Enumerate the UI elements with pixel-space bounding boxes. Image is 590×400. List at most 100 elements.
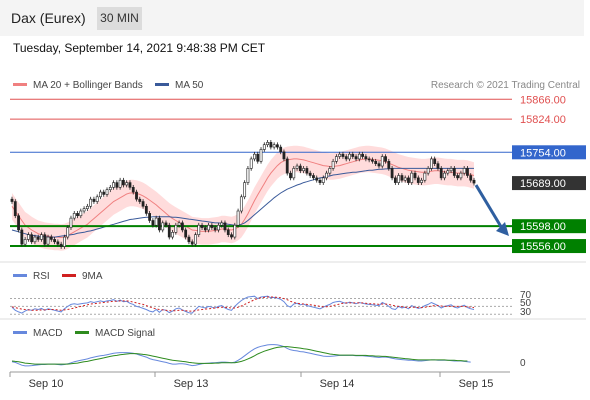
candle-body (194, 234, 197, 245)
candle-body (410, 172, 414, 183)
rsi-level-30: 30 (520, 307, 532, 318)
candle-body (200, 224, 204, 228)
price-level-label-5: 15556.00 (520, 241, 566, 253)
candle-body (466, 168, 469, 176)
candle-body (180, 222, 184, 231)
x-axis-label-0: Sep 10 (29, 378, 64, 390)
candle-body (66, 227, 70, 238)
candle-body (272, 144, 276, 148)
candle-body (266, 142, 269, 146)
candle-body (95, 196, 99, 202)
candle-body (43, 234, 47, 245)
candle-body (393, 177, 397, 183)
candle-body (433, 158, 437, 164)
candle-body (187, 236, 191, 243)
candle-body (115, 182, 119, 188)
candle-body (184, 229, 188, 238)
candle-body (384, 156, 387, 162)
candle-body (59, 243, 63, 247)
candle-body (167, 224, 171, 238)
x-axis-label-2: Sep 14 (320, 378, 355, 390)
candle-body (213, 227, 217, 231)
candle-body (122, 179, 125, 186)
candle-body (69, 217, 73, 228)
candle-body (85, 205, 89, 209)
candle-body (233, 224, 237, 238)
candle-body (99, 191, 102, 198)
candle-body (413, 172, 417, 179)
forecast-arrow (474, 184, 505, 231)
candle-body (161, 222, 165, 231)
candle-body (72, 213, 76, 219)
price-chart: 70 50 30 0 15866.0015824.0015754.0015689… (0, 94, 586, 390)
candle-body (30, 234, 34, 243)
candle-body (158, 217, 161, 231)
candle-body (89, 198, 93, 207)
candle-body (308, 172, 312, 176)
candle-body (10, 198, 14, 202)
candle-body (148, 213, 152, 221)
candle-body (338, 153, 342, 157)
candle-body (92, 198, 96, 202)
candle-body (344, 156, 348, 160)
price-level-label-0: 15866.00 (520, 94, 566, 106)
candle-body (177, 222, 181, 226)
candle-body (423, 172, 427, 181)
candle-body (76, 213, 79, 217)
candle-body (226, 229, 230, 235)
candle-body (249, 158, 253, 169)
candle-body (321, 177, 325, 183)
candle-body (285, 158, 289, 174)
candle-body (426, 168, 430, 174)
candle-body (328, 168, 332, 174)
candle-body (243, 182, 247, 198)
candle-body (282, 151, 286, 160)
candle-body (63, 236, 66, 247)
candle-body (452, 168, 456, 176)
candle-body (46, 236, 50, 245)
candle-body (56, 241, 60, 245)
candle-body (154, 217, 158, 226)
candle-body (390, 168, 394, 179)
candle-body (325, 172, 328, 179)
candle-body (312, 175, 315, 179)
candle-body (82, 208, 86, 212)
candle-body (230, 234, 233, 238)
candle-body (26, 234, 30, 240)
candle-body (220, 222, 224, 226)
candle-body (377, 163, 381, 167)
candle-body (341, 153, 345, 157)
candle-body (33, 236, 37, 243)
candle-body (259, 149, 263, 162)
candle-body (197, 224, 201, 235)
candle-body (207, 224, 210, 231)
candle-body (49, 236, 53, 240)
candle-body (203, 227, 207, 231)
candle-body (102, 191, 106, 195)
candle-body (331, 160, 335, 169)
candle-body (17, 215, 20, 231)
candle-body (13, 201, 17, 217)
candle-body (53, 239, 56, 243)
candle-body (112, 182, 115, 188)
candle-body (371, 159, 374, 162)
candle-body (128, 182, 132, 188)
candle-body (256, 153, 260, 162)
candle-body (469, 175, 473, 181)
candle-body (23, 239, 27, 245)
candle-body (253, 153, 256, 160)
candle-body (131, 187, 135, 193)
candle-body (462, 168, 466, 174)
candle-body (380, 156, 384, 167)
candle-body (210, 224, 214, 228)
candle-body (348, 153, 351, 160)
candle-body (40, 234, 43, 240)
candle-body (351, 153, 355, 157)
candle-body (276, 144, 279, 148)
candle-body (262, 144, 266, 150)
candle-body (118, 179, 122, 188)
candle-body (416, 177, 420, 183)
candle-body (459, 172, 463, 179)
candle-body (430, 158, 433, 169)
candle-body (79, 210, 83, 217)
